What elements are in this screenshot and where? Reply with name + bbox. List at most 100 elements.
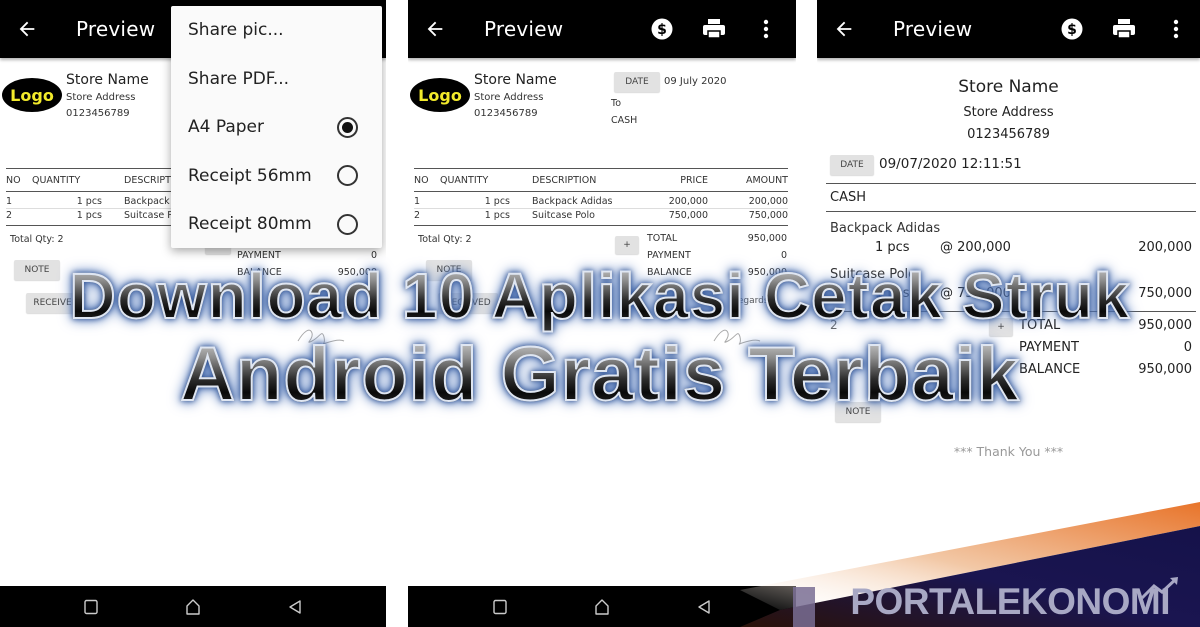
- divider: [826, 211, 1196, 212]
- items-table: NO QUANTITY DESCRIPTION PRICE AMOUNT 1 1…: [414, 168, 788, 226]
- col-quantity: QUANTITY: [32, 174, 81, 186]
- back-button[interactable]: [833, 18, 855, 40]
- note-button[interactable]: NOTE: [835, 402, 881, 422]
- printer-icon[interactable]: [1112, 17, 1136, 41]
- back-button[interactable]: [424, 18, 446, 40]
- table-row: 2 1 pcs Suitcase Polo 750,000 750,000: [414, 208, 788, 222]
- received-button[interactable]: RECEIVED: [26, 293, 86, 313]
- summary-row: PAYMENT 0: [647, 247, 787, 264]
- menu-item-receipt-80mm[interactable]: Receipt 80mm: [171, 200, 382, 249]
- summary-row: BALANCE 950,000: [1019, 362, 1192, 377]
- customer-name: CASH: [611, 115, 638, 126]
- radio-unselected-icon[interactable]: [337, 213, 358, 235]
- summary-row: BALANCE 950,000: [237, 264, 377, 281]
- back-triangle-icon[interactable]: [286, 598, 304, 616]
- item-qty: 1 pcs: [875, 240, 910, 255]
- col-price: PRICE: [680, 174, 708, 186]
- svg-text:$: $: [657, 22, 667, 38]
- menu-item-label: A4 Paper: [188, 117, 264, 138]
- menu-item-label: Share pic...: [188, 20, 284, 41]
- radio-unselected-icon[interactable]: [337, 165, 358, 187]
- summary-row: TOTAL 950,000: [1019, 318, 1192, 333]
- summary-label: PAYMENT: [237, 250, 281, 261]
- summary-label: BALANCE: [237, 267, 282, 278]
- note-button[interactable]: NOTE: [14, 260, 60, 280]
- home-icon[interactable]: [184, 598, 202, 616]
- invoice-date: 09 July 2020: [664, 76, 727, 87]
- cell-qty: 1 pcs: [484, 195, 510, 207]
- back-button[interactable]: [16, 18, 38, 40]
- dollar-circle-icon[interactable]: $: [650, 17, 674, 41]
- app-bar-actions: $: [1060, 17, 1188, 41]
- add-button[interactable]: +: [615, 236, 639, 254]
- thank-you-footer: *** Thank You ***: [953, 444, 1064, 459]
- store-info: Store Name Store Address 0123456789: [66, 72, 149, 119]
- signature-image: [713, 329, 761, 345]
- cell-qty: 1 pcs: [76, 210, 102, 221]
- total-quantity: Total Qty: 2: [10, 234, 64, 245]
- recents-square-icon[interactable]: [491, 598, 509, 616]
- col-amount: AMOUNT: [745, 174, 788, 186]
- store-phone: 0123456789: [474, 108, 538, 119]
- menu-item-share-pdf[interactable]: Share PDF...: [171, 55, 382, 104]
- app-bar-actions: $: [650, 17, 778, 41]
- dollar-circle-icon[interactable]: $: [1060, 17, 1084, 41]
- date-button[interactable]: DATE: [830, 155, 874, 175]
- store-info: Store Name Store Address 0123456789: [474, 72, 557, 119]
- menu-item-receipt-56mm[interactable]: Receipt 56mm: [171, 152, 382, 201]
- item-qty: 1 pcs: [875, 286, 910, 301]
- arrow-left-icon: [19, 21, 35, 37]
- regards-label: Regards: [732, 296, 769, 306]
- svg-text:$: $: [1067, 22, 1077, 38]
- store-address: Store Address: [474, 92, 544, 103]
- store-name: Store Name: [958, 77, 1059, 97]
- summary-label: BALANCE: [647, 267, 692, 278]
- cell-price: 750,000: [668, 210, 708, 221]
- back-triangle-icon[interactable]: [695, 598, 713, 616]
- more-vertical-icon[interactable]: [754, 17, 778, 41]
- divider: [826, 311, 1196, 312]
- table-row: 1 1 pcs Backpack Adidas 200,000 200,000: [414, 194, 788, 208]
- receipt-datetime: 09/07/2020 12:11:51: [879, 156, 1022, 172]
- note-button[interactable]: NOTE: [426, 260, 472, 280]
- growth-arrow-icon: [1140, 577, 1178, 600]
- customer-name: CASH: [830, 190, 866, 205]
- cell-amount: 200,000: [748, 195, 788, 207]
- radio-selected-icon[interactable]: [337, 116, 358, 138]
- menu-item-a4-paper[interactable]: A4 Paper: [171, 103, 382, 152]
- to-label: To: [611, 98, 622, 109]
- phone-screen-a4-menu: Preview Logo Store Name Store Address 01…: [0, 0, 386, 627]
- menu-item-share-pic[interactable]: Share pic...: [171, 6, 382, 55]
- col-quantity: QUANTITY: [440, 174, 489, 186]
- home-icon[interactable]: [593, 598, 611, 616]
- app-bar: Preview $: [408, 0, 796, 58]
- cell-price: 200,000: [668, 195, 708, 207]
- cell-desc: Backpack Adidas: [532, 195, 613, 207]
- store-address: Store Address: [66, 92, 136, 103]
- summary-value: 950,000: [1138, 362, 1192, 377]
- table-header: NO QUANTITY DESCRIPTION PRICE AMOUNT: [414, 168, 788, 192]
- summary-row: PAYMENT 0: [1019, 340, 1192, 355]
- summary-row: PAYMENT 0: [237, 247, 377, 264]
- page-title: Preview: [484, 17, 564, 41]
- recents-square-icon[interactable]: [82, 598, 100, 616]
- summary-row: BALANCE 950,000: [647, 264, 787, 281]
- date-button[interactable]: DATE: [614, 72, 660, 92]
- received-button[interactable]: RECEIVED: [438, 293, 498, 313]
- summary-row: TOTAL 950,000: [647, 230, 787, 247]
- more-vertical-icon[interactable]: [1164, 17, 1188, 41]
- add-button[interactable]: +: [989, 318, 1013, 336]
- arrow-left-icon: [427, 21, 443, 37]
- col-no: NO: [414, 174, 429, 186]
- item-amount: 750,000: [1138, 286, 1192, 301]
- page-title: Preview: [893, 17, 973, 41]
- item-name: Suitcase Polo: [830, 267, 917, 282]
- item-price: @ 200,000: [940, 240, 1011, 255]
- arrow-left-icon: [836, 21, 852, 37]
- summary-value: 950,000: [1138, 318, 1192, 333]
- summary-label: TOTAL: [647, 233, 678, 244]
- printer-icon[interactable]: [702, 17, 726, 41]
- summary-value: 0: [370, 250, 377, 261]
- brand-logo-text: PORTALEKONOMI: [850, 581, 1170, 622]
- menu-item-label: Share PDF...: [188, 68, 290, 89]
